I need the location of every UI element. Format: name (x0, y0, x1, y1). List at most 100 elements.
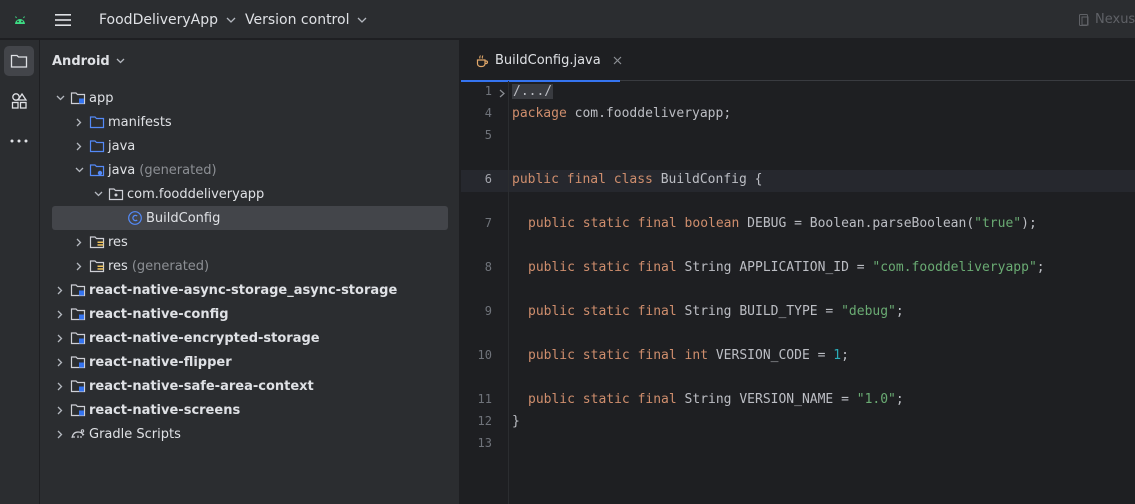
android-logo-icon (12, 0, 28, 39)
resource-manager-button[interactable] (4, 86, 34, 116)
package-icon (108, 186, 124, 202)
tree-item-react-native-screens[interactable]: react-native-screens (52, 398, 240, 422)
chevron-right-icon[interactable] (52, 306, 68, 322)
chevron-right-icon[interactable] (71, 138, 87, 154)
generated-source-folder-icon (89, 162, 105, 178)
class-icon (127, 210, 143, 226)
tree-item-react-native-safe-area-context[interactable]: react-native-safe-area-context (52, 374, 314, 398)
device-icon (1079, 13, 1089, 26)
tree-item-label: react-native-screens (89, 402, 241, 418)
tree-item-label: java (108, 138, 136, 154)
tree-item-com-fooddeliveryapp[interactable]: com.fooddeliveryapp (90, 182, 264, 206)
line-number: 6 (484, 172, 492, 186)
tree-item-label: Gradle Scripts (89, 426, 181, 442)
chevron-right-icon[interactable] (52, 378, 68, 394)
chevron-right-icon[interactable] (52, 354, 68, 370)
module-folder-icon (70, 354, 86, 370)
line-number: 4 (484, 106, 492, 120)
tree-item-label: res (108, 234, 128, 250)
tool-window-strip (0, 40, 40, 504)
device-selector[interactable]: Nexus (1077, 0, 1135, 39)
tree-item-label: react-native-config (89, 306, 229, 322)
tree-item-label: com.fooddeliveryapp (127, 186, 265, 202)
code-line-12[interactable]: } (512, 414, 520, 429)
folder-icon (89, 138, 105, 154)
tree-item-react-native-encrypted-storage[interactable]: react-native-encrypted-storage (52, 326, 320, 350)
project-panel: Android app manifests java java (generated) c… (40, 40, 460, 504)
line-number: 13 (477, 436, 492, 450)
project-tool-button[interactable] (4, 46, 34, 76)
chevron-right-icon[interactable] (71, 234, 87, 250)
code-line-1[interactable]: /.../ (512, 84, 554, 99)
module-folder-icon (70, 282, 86, 298)
code-line-7[interactable]: public static final boolean DEBUG = Bool… (528, 216, 1037, 231)
tree-item-java[interactable]: java (71, 134, 135, 158)
chevron-right-icon[interactable] (52, 426, 68, 442)
tree-item-label: react-native-flipper (89, 354, 232, 370)
line-number: 10 (477, 348, 492, 362)
line-number: 1 (484, 84, 492, 98)
tab-buildconfig-java[interactable]: BuildConfig.java (461, 40, 636, 82)
project-selector[interactable]: FoodDeliveryApp (99, 0, 236, 39)
chevron-down-icon (116, 58, 125, 64)
device-label: Nexus (1095, 12, 1135, 27)
resources-folder-icon (89, 258, 105, 274)
module-folder-icon (70, 306, 86, 322)
module-folder-icon (70, 378, 86, 394)
code-line-11[interactable]: public static final String VERSION_NAME … (528, 392, 904, 407)
tree-item-manifests[interactable]: manifests (71, 110, 172, 134)
line-number: 9 (484, 304, 492, 318)
chevron-down-icon[interactable] (52, 90, 68, 106)
chevron-right-icon[interactable] (52, 282, 68, 298)
chevron-right-icon[interactable] (71, 114, 87, 130)
more-tools-button[interactable] (4, 126, 34, 156)
project-view-selector[interactable]: Android (52, 52, 125, 70)
tree-item-app[interactable]: app (52, 86, 113, 110)
code-line-10[interactable]: public static final int VERSION_CODE = 1… (528, 348, 849, 363)
editor-tab-bar: BuildConfig.java (461, 40, 1135, 82)
tree-item-label: react-native-encrypted-storage (89, 330, 320, 346)
folded-imports[interactable]: /.../ (512, 84, 554, 99)
tab-label: BuildConfig.java (495, 53, 601, 68)
chevron-down-icon[interactable] (90, 186, 106, 202)
code-line-6[interactable]: public final class BuildConfig { (512, 172, 762, 187)
tree-item-java-generated[interactable]: java (generated) (71, 158, 217, 182)
tree-item-res[interactable]: res (71, 230, 128, 254)
version-control-menu[interactable]: Version control (245, 0, 367, 39)
code-editor: BuildConfig.java 1 4 5 6 7 8 9 10 11 12 13 /.../ p… (461, 40, 1135, 504)
chevron-right-icon[interactable] (499, 89, 506, 98)
close-icon[interactable] (613, 56, 622, 65)
tree-item-react-native-config[interactable]: react-native-config (52, 302, 229, 326)
tree-item-react-native-async-storage[interactable]: react-native-async-storage_async-storage (52, 278, 397, 302)
code-line-8[interactable]: public static final String APPLICATION_I… (528, 260, 1045, 275)
tree-item-res-generated[interactable]: res (generated) (71, 254, 209, 278)
more-horizontal-icon (10, 139, 28, 143)
tree-item-label: manifests (108, 114, 172, 130)
project-view-label: Android (52, 53, 110, 69)
java-file-icon (476, 54, 489, 67)
code-line-9[interactable]: public static final String BUILD_TYPE = … (528, 304, 904, 319)
chevron-right-icon[interactable] (52, 330, 68, 346)
chevron-down-icon (358, 17, 367, 23)
chevron-right-icon[interactable] (52, 402, 68, 418)
chevron-down-icon (226, 17, 236, 23)
resources-folder-icon (89, 234, 105, 250)
tree-item-buildconfig[interactable]: BuildConfig (52, 206, 448, 230)
folder-icon (10, 54, 28, 68)
chevron-down-icon[interactable] (71, 162, 87, 178)
main-menu-icon[interactable] (52, 0, 74, 39)
line-number: 12 (477, 414, 492, 428)
folder-icon (89, 114, 105, 130)
module-folder-icon (70, 330, 86, 346)
tree-item-label: res (108, 258, 128, 274)
tree-item-suffix: (generated) (131, 258, 210, 274)
tree-item-gradle-scripts[interactable]: Gradle Scripts (52, 422, 181, 446)
line-number-gutter: 1 4 5 6 7 8 9 10 11 12 13 (461, 81, 509, 504)
tree-item-suffix: (generated) (139, 162, 217, 178)
code-line-4[interactable]: package com.fooddeliveryapp; (512, 106, 731, 121)
chevron-right-icon[interactable] (71, 258, 87, 274)
module-folder-icon (70, 90, 86, 106)
line-number: 11 (477, 392, 492, 406)
tree-item-react-native-flipper[interactable]: react-native-flipper (52, 350, 232, 374)
